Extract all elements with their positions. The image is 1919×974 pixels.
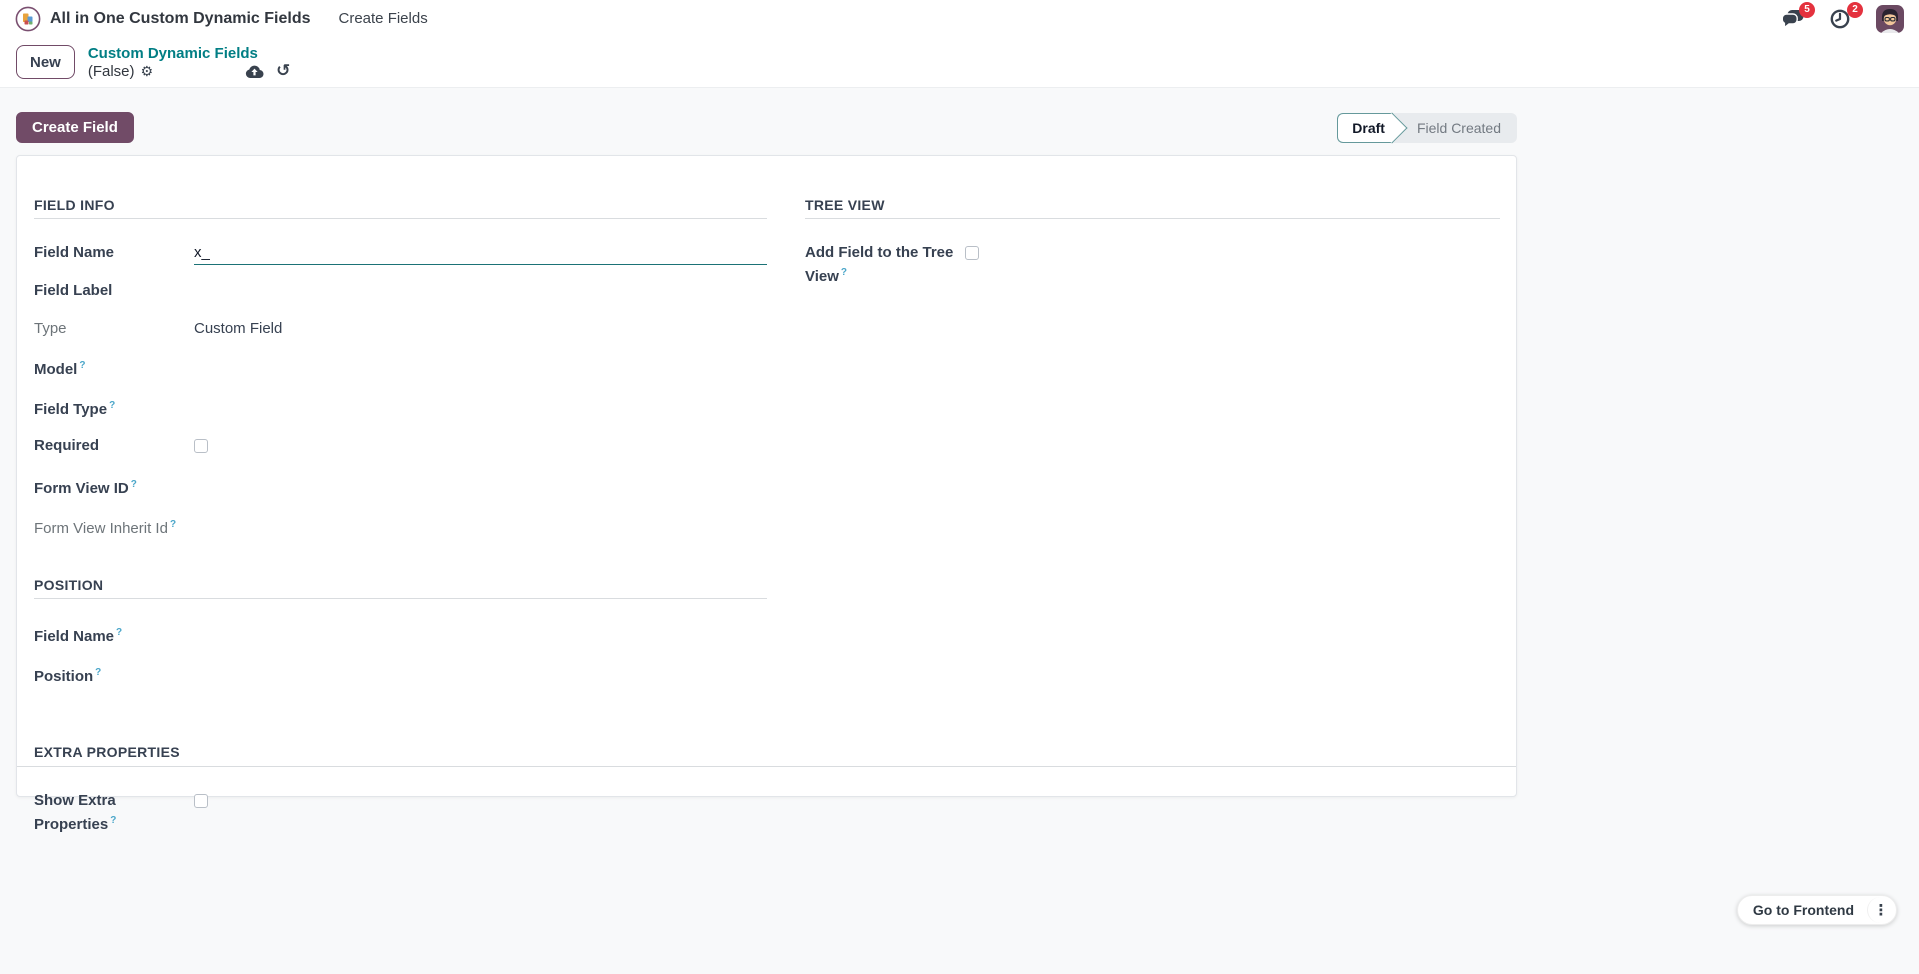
row-field-type: Field Type? [34, 396, 767, 420]
form-view: Create Field Draft Field Created FIELD I… [0, 88, 1919, 974]
position-field-name-label: Field Name? [34, 627, 123, 645]
show-extra-properties-checkbox[interactable] [194, 794, 208, 808]
row-required: Required [34, 436, 767, 459]
undo-icon[interactable]: ↺ [276, 62, 290, 79]
help-icon[interactable]: ? [170, 519, 176, 530]
control-panel: New Custom Dynamic Fields (False) ⚙ ↺ [0, 37, 1919, 88]
field-label-label: Field Label [34, 282, 113, 299]
clock-icon [1828, 9, 1852, 35]
form-view-id-label: Form View ID? [34, 479, 137, 497]
required-label: Required [34, 437, 100, 454]
show-extra-properties-label: Show Extra Properties? [34, 792, 117, 833]
model-label: Model? [34, 360, 86, 378]
row-position: Position? [34, 663, 767, 687]
section-title-field-info: FIELD INFO [34, 197, 115, 213]
position-field-name-value[interactable] [194, 623, 767, 647]
app-title[interactable]: All in One Custom Dynamic Fields [50, 10, 311, 28]
form-view-inherit-id-label: Form View Inherit Id? [34, 519, 177, 537]
section-extra-properties: EXTRA PROPERTIES Show Extra Properties? [17, 743, 1516, 835]
model-value[interactable] [194, 356, 767, 380]
position-label: Position? [34, 667, 102, 685]
help-icon[interactable]: ? [116, 627, 122, 638]
frontend-fab: Go to Frontend ⋮ [1736, 895, 1897, 925]
app-icon[interactable] [15, 6, 41, 32]
form-view-id-value[interactable] [194, 475, 767, 499]
activities-badge: 2 [1847, 1, 1863, 18]
breadcrumb-link[interactable]: Custom Dynamic Fields [88, 45, 290, 62]
cloud-save-icon[interactable] [245, 64, 264, 79]
action-row: Create Field Draft Field Created [0, 88, 1919, 143]
go-to-frontend-button[interactable]: Go to Frontend [1740, 902, 1867, 918]
messages-button[interactable]: 5 [1780, 1, 1815, 31]
create-field-button[interactable]: Create Field [16, 112, 134, 143]
chat-bubbles-icon [1780, 9, 1806, 35]
activities-button[interactable]: 2 [1828, 1, 1863, 31]
status-field-created[interactable]: Field Created [1392, 112, 1517, 143]
statusbar: Draft Field Created [1337, 112, 1517, 143]
user-avatar[interactable] [1876, 4, 1904, 33]
kebab-menu-icon[interactable]: ⋮ [1867, 897, 1894, 923]
record-name: (False) [87, 62, 135, 80]
field-label-input[interactable] [194, 282, 767, 303]
field-type-value[interactable] [194, 396, 767, 420]
help-icon[interactable]: ? [79, 360, 85, 371]
help-icon[interactable]: ? [131, 479, 137, 490]
row-model: Model? [34, 356, 767, 380]
top-navbar: All in One Custom Dynamic Fields Create … [0, 0, 1919, 37]
form-view-inherit-id-value [194, 515, 767, 539]
add-field-tree-checkbox[interactable] [965, 246, 979, 260]
type-value: Custom Field [194, 320, 283, 337]
row-position-field-name: Field Name? [34, 623, 767, 647]
section-tree-view: TREE VIEW Add Field to the Tree View? [805, 196, 1500, 287]
field-name-input[interactable] [194, 244, 767, 265]
position-value[interactable] [194, 663, 767, 687]
menu-create-fields[interactable]: Create Fields [331, 6, 436, 31]
section-title-tree-view: TREE VIEW [805, 197, 885, 213]
help-icon[interactable]: ? [110, 815, 116, 826]
section-title-extra-properties: EXTRA PROPERTIES [34, 744, 180, 760]
row-form-view-inherit-id: Form View Inherit Id? [34, 515, 767, 539]
row-field-name: Field Name [34, 243, 767, 265]
field-name-label: Field Name [34, 244, 115, 261]
breadcrumb: Custom Dynamic Fields (False) ⚙ ↺ [88, 45, 290, 80]
section-field-info: FIELD INFO Field Name x_ Field Label Typ… [34, 196, 767, 539]
row-show-extra-properties: Show Extra Properties? [34, 791, 1500, 835]
status-draft[interactable]: Draft [1337, 112, 1393, 143]
form-sheet: FIELD INFO Field Name x_ Field Label Typ… [16, 155, 1517, 833]
type-label: Type [34, 320, 67, 337]
messages-badge: 5 [1799, 1, 1815, 18]
help-icon[interactable]: ? [109, 400, 115, 411]
gear-icon[interactable]: ⚙ [141, 63, 154, 80]
required-checkbox[interactable] [194, 439, 208, 453]
add-field-tree-label: Add Field to the Tree View? [805, 244, 954, 285]
row-field-label: Field Label [34, 281, 767, 303]
section-title-position: POSITION [34, 577, 104, 593]
help-icon[interactable]: ? [841, 267, 847, 278]
row-add-field-tree: Add Field to the Tree View? [805, 243, 1500, 287]
row-type: Type Custom Field [34, 319, 767, 340]
help-icon[interactable]: ? [95, 667, 101, 678]
row-form-view-id: Form View ID? [34, 475, 767, 499]
new-button[interactable]: New [16, 45, 75, 79]
section-position: POSITION Field Name? Position? [34, 576, 767, 687]
field-type-label: Field Type? [34, 400, 116, 418]
